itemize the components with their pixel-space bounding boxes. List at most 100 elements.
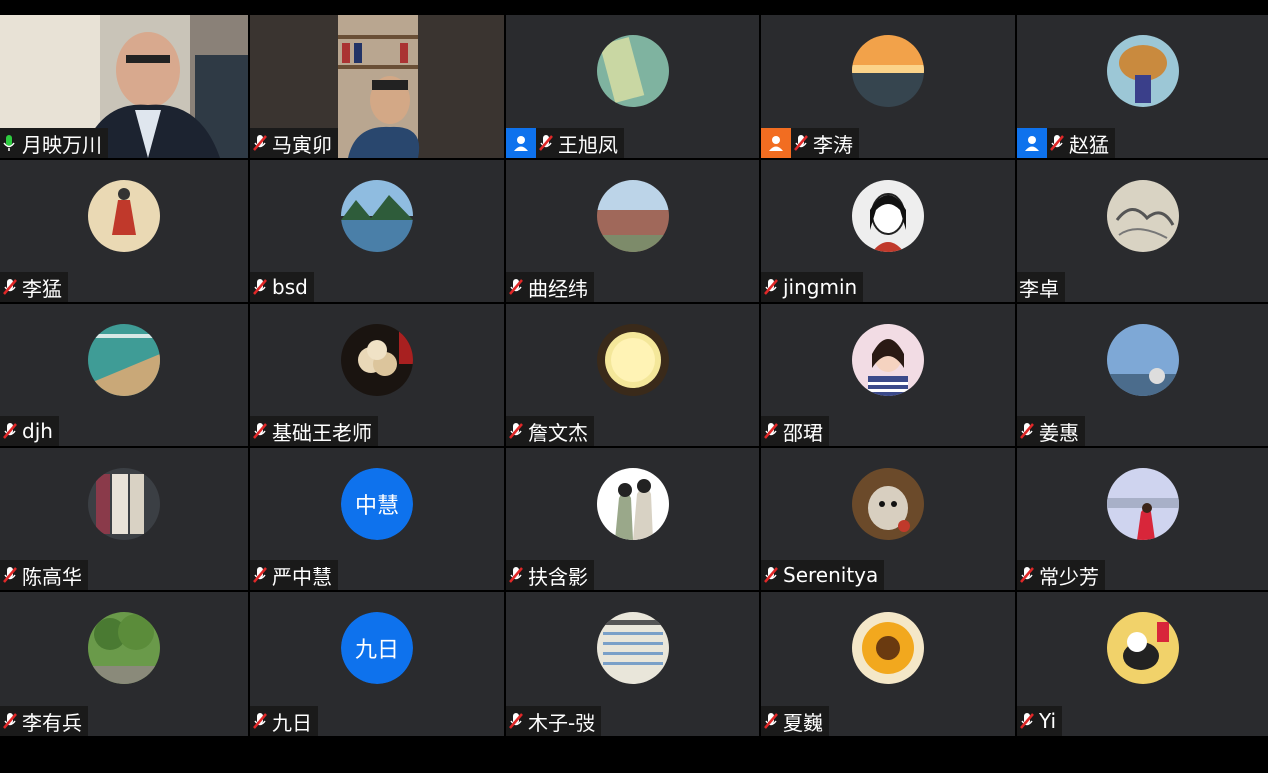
avatar (88, 612, 160, 684)
avatar (1106, 612, 1179, 684)
name-bar: Serenitya (761, 560, 885, 590)
name-bar: Yi (1017, 706, 1063, 736)
name-bar: 九日 (250, 706, 318, 736)
avatar-initials: 中慧 (341, 468, 413, 540)
muted-mic-icon (763, 711, 781, 731)
muted-mic-icon (538, 133, 556, 153)
participant-tile[interactable]: 李有兵 (0, 592, 248, 736)
participant-label: 邵珺 (761, 416, 829, 446)
avatar (852, 35, 924, 107)
participant-tile[interactable]: 九日 九日 (250, 592, 504, 736)
participant-name: 李猛 (22, 276, 62, 301)
participant-tile[interactable]: djh (0, 304, 248, 446)
participant-tile[interactable]: 月映万川 (0, 15, 248, 158)
participant-label: 夏巍 (761, 706, 829, 736)
participant-tile[interactable]: 姜惠 (1017, 304, 1268, 446)
name-bar: 李卓 (1017, 272, 1065, 302)
participant-name: 夏巍 (783, 710, 823, 735)
participant-name: 邵珺 (783, 420, 823, 445)
participant-tile[interactable]: 夏巍 (761, 592, 1015, 736)
participant-tile[interactable]: bsd (250, 160, 504, 302)
participant-name: 常少芳 (1039, 564, 1099, 589)
muted-mic-icon (1019, 565, 1037, 585)
avatar (341, 180, 413, 252)
participant-label: 严中慧 (250, 560, 338, 590)
participant-label: 常少芳 (1017, 560, 1105, 590)
name-bar: 陈高华 (0, 560, 88, 590)
participant-name: 扶含影 (528, 564, 588, 589)
muted-mic-icon (793, 133, 811, 153)
name-bar: 常少芳 (1017, 560, 1105, 590)
participant-name: 李有兵 (22, 710, 82, 735)
participant-tile[interactable]: Yi (1017, 592, 1268, 736)
participant-tile[interactable]: 基础王老师 (250, 304, 504, 446)
name-bar: 赵猛 (1017, 128, 1115, 158)
muted-mic-icon (763, 421, 781, 441)
participant-name: Serenitya (783, 563, 879, 587)
participant-name: 九日 (272, 710, 312, 735)
host-person-icon (506, 128, 536, 158)
avatar (88, 468, 160, 540)
participant-name: 李卓 (1019, 276, 1059, 301)
avatar (1106, 35, 1179, 107)
participant-tile[interactable]: 赵猛 (1017, 15, 1268, 158)
name-bar: 詹文杰 (506, 416, 594, 446)
avatar (852, 324, 924, 396)
name-bar: 李有兵 (0, 706, 88, 736)
person-icon (761, 128, 791, 158)
participant-tile[interactable]: Serenitya (761, 448, 1015, 590)
name-bar: djh (0, 416, 59, 446)
name-bar: 王旭凤 (506, 128, 624, 158)
name-bar: jingmin (761, 272, 864, 302)
participant-tile[interactable]: 常少芳 (1017, 448, 1268, 590)
avatar (88, 180, 160, 252)
participant-name: 赵猛 (1069, 132, 1109, 157)
muted-mic-icon (2, 277, 20, 297)
participant-tile[interactable]: 扶含影 (506, 448, 759, 590)
avatar (596, 180, 669, 252)
participant-label: 赵猛 (1047, 128, 1115, 158)
participant-tile[interactable]: 陈高华 (0, 448, 248, 590)
participant-tile[interactable]: 王旭凤 (506, 15, 759, 158)
name-bar: 李猛 (0, 272, 68, 302)
name-bar: 马寅卯 (250, 128, 338, 158)
participant-tile[interactable]: 木子-弢 (506, 592, 759, 736)
participant-tile[interactable]: 中慧 严中慧 (250, 448, 504, 590)
name-bar: 扶含影 (506, 560, 594, 590)
participant-tile[interactable]: jingmin (761, 160, 1015, 302)
participant-tile[interactable]: 李卓 (1017, 160, 1268, 302)
participant-label: jingmin (761, 272, 864, 302)
participant-label: 马寅卯 (250, 128, 338, 158)
muted-mic-icon (1049, 133, 1067, 153)
name-bar: bsd (250, 272, 314, 302)
name-bar: 曲经纬 (506, 272, 594, 302)
participant-label: 基础王老师 (250, 416, 378, 446)
avatar (852, 612, 924, 684)
muted-mic-icon (763, 277, 781, 297)
avatar (596, 324, 669, 396)
muted-mic-icon (252, 133, 270, 153)
muted-mic-icon (1019, 711, 1037, 731)
muted-mic-icon (763, 565, 781, 585)
avatar (596, 612, 669, 684)
muted-mic-icon (252, 421, 270, 441)
participant-tile[interactable]: 李涛 (761, 15, 1015, 158)
participant-tile[interactable]: 曲经纬 (506, 160, 759, 302)
avatar (596, 35, 669, 107)
participant-tile[interactable]: 邵珺 (761, 304, 1015, 446)
participant-label: 扶含影 (506, 560, 594, 590)
participant-name: 木子-弢 (528, 710, 596, 735)
muted-mic-icon (508, 711, 526, 731)
participant-label: 木子-弢 (506, 706, 602, 736)
participant-tile[interactable]: 李猛 (0, 160, 248, 302)
participant-tile[interactable]: 马寅卯 (250, 15, 504, 158)
participant-label: 九日 (250, 706, 318, 736)
participant-label: 李涛 (791, 128, 859, 158)
participant-label: 李有兵 (0, 706, 88, 736)
avatar-initials: 九日 (341, 612, 413, 684)
participant-label: 王旭凤 (536, 128, 624, 158)
avatar (1106, 468, 1179, 540)
participant-tile[interactable]: 詹文杰 (506, 304, 759, 446)
muted-mic-icon (1019, 421, 1037, 441)
mic-icon (2, 133, 20, 153)
